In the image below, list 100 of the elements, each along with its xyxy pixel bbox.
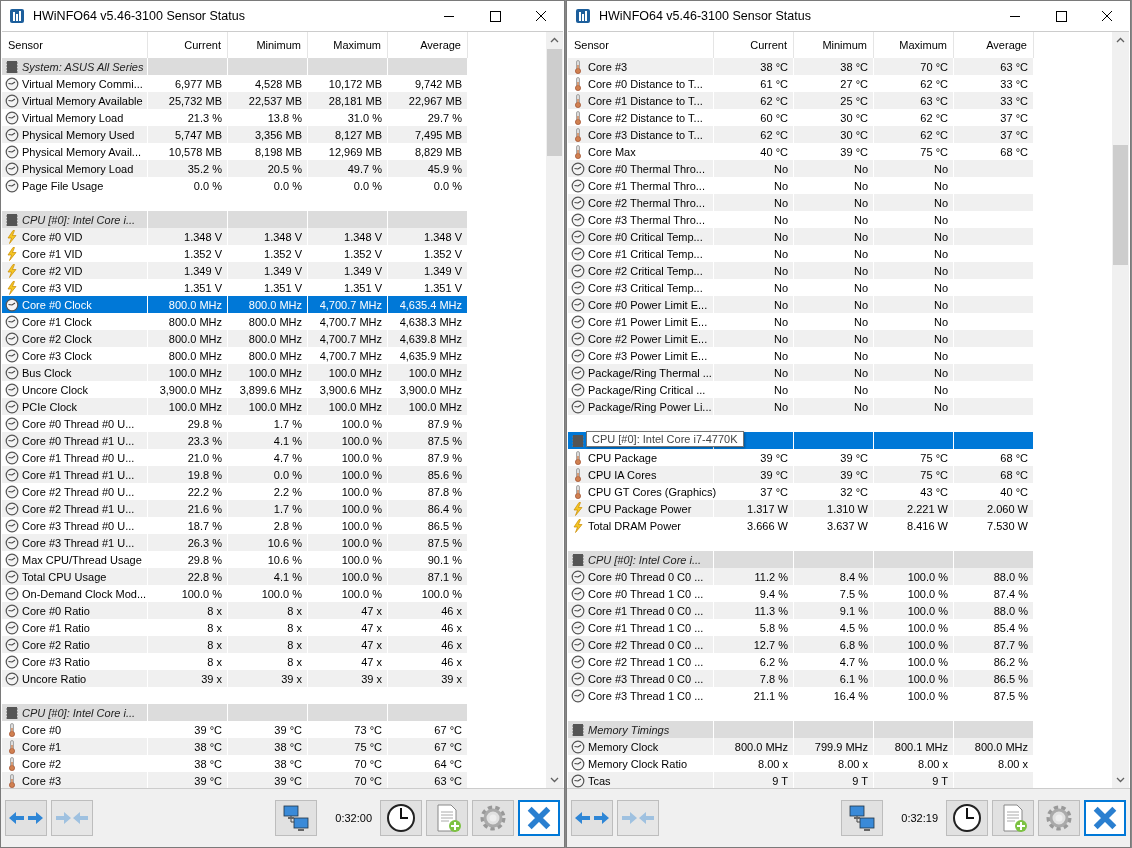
settings-button[interactable] (472, 800, 514, 836)
sensor-row[interactable]: Core #1 Ratio 8 x 8 x 47 x 46 x (2, 619, 546, 636)
collapse-arrows-button[interactable] (617, 800, 659, 836)
scrollbar-thumb[interactable] (1113, 145, 1128, 265)
sensor-row[interactable]: Core #2 Ratio 8 x 8 x 47 x 46 x (2, 636, 546, 653)
sensor-row[interactable]: Core #2 Thread 1 C0 ... 6.2 % 4.7 % 100.0 % 86.2 % (568, 653, 1112, 670)
sensor-row[interactable]: Core #2 38 °C 38 °C 70 °C 64 °C (2, 755, 546, 772)
sensor-row[interactable]: Core #2 Critical Temp... No No No (568, 262, 1112, 279)
sensor-row[interactable]: Core #1 VID 1.352 V 1.352 V 1.352 V 1.352 V (2, 245, 546, 262)
sensor-value: 12,969 MB (328, 145, 382, 158)
sensor-row[interactable]: Total CPU Usage 22.8 % 4.1 % 100.0 % 87.1 % (2, 568, 546, 585)
sensor-row[interactable]: Physical Memory Avail... 10,578 MB 8,198 MB 12,969 MB 8,829 MB (2, 143, 546, 160)
sensor-row[interactable]: On-Demand Clock Mod... 100.0 % 100.0 % 100.0 % 100.0 % (2, 585, 546, 602)
sensor-row[interactable]: Core #2 Clock 800.0 MHz 800.0 MHz 4,700.7 MHz 4,639.8 MHz (2, 330, 546, 347)
sensor-row[interactable]: Core #0 Clock 800.0 MHz 800.0 MHz 4,700.7 MHz 4,635.4 MHz (2, 296, 546, 313)
sensor-value: 88.0 % (993, 604, 1028, 617)
close-button[interactable] (1084, 800, 1126, 836)
sensor-row[interactable]: Core #3 Thread #1 U... 26.3 % 10.6 % 100.0 % 87.5 % (2, 534, 546, 551)
sensor-row[interactable]: Memory Clock 800.0 MHz 799.9 MHz 800.1 MHz 800.0 MHz (568, 738, 1112, 755)
sensor-row[interactable]: Core #0 Thread #1 U... 23.3 % 4.1 % 100.0 % 87.5 % (2, 432, 546, 449)
sensor-row[interactable]: Virtual Memory Available 25,732 MB 22,537 MB 28,181 MB 22,967 MB (2, 92, 546, 109)
sensor-row[interactable]: Core #1 Distance to T... 62 °C 25 °C 63 °C 33 °C (568, 92, 1112, 109)
sensor-row[interactable]: PCIe Clock 100.0 MHz 100.0 MHz 100.0 MHz 100.0 MHz (2, 398, 546, 415)
sensor-row[interactable]: CPU Package Power 1.317 W 1.310 W 2.221 W 2.060 W (568, 500, 1112, 517)
group-row[interactable]: CPU [#0]: Intel Core i... (2, 704, 546, 721)
sensor-row[interactable]: Core #0 VID 1.348 V 1.348 V 1.348 V 1.348 V (2, 228, 546, 245)
settings-button[interactable] (1038, 800, 1080, 836)
sensor-row[interactable]: CPU Package 39 °C 39 °C 75 °C 68 °C (568, 449, 1112, 466)
sensor-row[interactable]: Core #2 Thread 0 C0 ... 12.7 % 6.8 % 100.0 % 87.7 % (568, 636, 1112, 653)
sensor-row[interactable]: Core #0 39 °C 39 °C 73 °C 67 °C (2, 721, 546, 738)
sensor-row[interactable]: Core #2 Thread #1 U... 21.6 % 1.7 % 100.0 % 86.4 % (2, 500, 546, 517)
sensor-row[interactable]: Uncore Clock 3,900.0 MHz 3,899.6 MHz 3,900.6 MHz 3,900.0 MHz (2, 381, 546, 398)
sensor-row[interactable]: Core #0 Thread #0 U... 29.8 % 1.7 % 100.0 % 87.9 % (2, 415, 546, 432)
collapse-arrows-button[interactable] (51, 800, 93, 836)
scrollbar-thumb[interactable] (547, 49, 562, 156)
sensor-row[interactable]: CPU GT Cores (Graphics) 37 °C 32 °C 43 °C 40 °C (568, 483, 1112, 500)
group-row[interactable]: CPU [#0]: Intel Core i7-4770K (568, 432, 1112, 449)
clock-button[interactable] (946, 800, 988, 836)
sensor-row[interactable]: Virtual Memory Load 21.3 % 13.8 % 31.0 % 29.7 % (2, 109, 546, 126)
sensor-row[interactable]: Core #1 Critical Temp... No No No (568, 245, 1112, 262)
scrollbar[interactable] (1112, 32, 1129, 788)
sensor-row[interactable]: Core #3 Thread #0 U... 18.7 % 2.8 % 100.0 % 86.5 % (2, 517, 546, 534)
group-row[interactable]: CPU [#0]: Intel Core i... (2, 211, 546, 228)
sensor-row[interactable]: Core #2 Thread #0 U... 22.2 % 2.2 % 100.0 % 87.8 % (2, 483, 546, 500)
sensor-row[interactable]: Core #0 Distance to T... 61 °C 27 °C 62 °C 33 °C (568, 75, 1112, 92)
network-button[interactable] (275, 800, 318, 836)
group-row[interactable]: CPU [#0]: Intel Core i... (568, 551, 1112, 568)
sensor-row[interactable]: Core #2 Thermal Thro... No No No (568, 194, 1112, 211)
expand-arrows-button[interactable] (571, 800, 613, 836)
sensor-row[interactable]: Core #1 38 °C 38 °C 75 °C 67 °C (2, 738, 546, 755)
sensor-row[interactable]: Core #3 39 °C 39 °C 70 °C 63 °C (2, 772, 546, 788)
group-row[interactable]: Memory Timings (568, 721, 1112, 738)
sensor-row[interactable]: Core #0 Critical Temp... No No No (568, 228, 1112, 245)
sensor-row[interactable]: Core #1 Power Limit E... No No No (568, 313, 1112, 330)
sensor-row[interactable]: Core #0 Thread 1 C0 ... 9.4 % 7.5 % 100.0 % 87.4 % (568, 585, 1112, 602)
sensor-row[interactable]: CPU IA Cores 39 °C 39 °C 75 °C 68 °C (568, 466, 1112, 483)
sensor-row[interactable]: Core #3 VID 1.351 V 1.351 V 1.351 V 1.351 V (2, 279, 546, 296)
gauge-icon (571, 263, 585, 278)
sensor-row[interactable]: Page File Usage 0.0 % 0.0 % 0.0 % 0.0 % (2, 177, 546, 194)
sensor-row[interactable]: Core #2 VID 1.349 V 1.349 V 1.349 V 1.349 V (2, 262, 546, 279)
sensor-row[interactable]: Core #0 Ratio 8 x 8 x 47 x 46 x (2, 602, 546, 619)
sensor-row[interactable]: Core Max 40 °C 39 °C 75 °C 68 °C (568, 143, 1112, 160)
close-button[interactable] (518, 800, 560, 836)
sensor-row[interactable]: Core #3 Thread 0 C0 ... 7.8 % 6.1 % 100.0 % 86.5 % (568, 670, 1112, 687)
scrollbar[interactable] (546, 32, 563, 788)
sensor-row[interactable]: Max CPU/Thread Usage 29.8 % 10.6 % 100.0 % 90.1 % (2, 551, 546, 568)
sensor-row[interactable]: Core #1 Thread #0 U... 21.0 % 4.7 % 100.0 % 87.9 % (2, 449, 546, 466)
group-row[interactable]: System: ASUS All Series (2, 58, 546, 75)
sensor-row[interactable]: Core #2 Power Limit E... No No No (568, 330, 1112, 347)
expand-arrows-button[interactable] (5, 800, 47, 836)
clock-button[interactable] (380, 800, 422, 836)
sensor-row[interactable]: Package/Ring Thermal ... No No No (568, 364, 1112, 381)
sensor-row[interactable]: Core #3 Critical Temp... No No No (568, 279, 1112, 296)
sensor-row[interactable]: Core #3 Power Limit E... No No No (568, 347, 1112, 364)
sensor-row[interactable]: Core #3 Clock 800.0 MHz 800.0 MHz 4,700.7 MHz 4,635.9 MHz (2, 347, 546, 364)
sensor-row[interactable]: Physical Memory Used 5,747 MB 3,356 MB 8,127 MB 7,495 MB (2, 126, 546, 143)
sensor-row[interactable]: Total DRAM Power 3.666 W 3.637 W 8.416 W 7.530 W (568, 517, 1112, 534)
sensor-row[interactable]: Core #0 Thread 0 C0 ... 11.2 % 8.4 % 100.0 % 88.0 % (568, 568, 1112, 585)
sensor-row[interactable]: Bus Clock 100.0 MHz 100.0 MHz 100.0 MHz 100.0 MHz (2, 364, 546, 381)
sensor-row[interactable]: Core #1 Thread #1 U... 19.8 % 0.0 % 100.0 % 85.6 % (2, 466, 546, 483)
sensor-row[interactable]: Uncore Ratio 39 x 39 x 39 x 39 x (2, 670, 546, 687)
sensor-row[interactable]: Memory Clock Ratio 8.00 x 8.00 x 8.00 x 8.00 x (568, 755, 1112, 772)
sensor-row[interactable]: Core #1 Clock 800.0 MHz 800.0 MHz 4,700.7 MHz 4,638.3 MHz (2, 313, 546, 330)
sensor-row[interactable]: Core #3 Thermal Thro... No No No (568, 211, 1112, 228)
sensor-row[interactable]: Core #3 38 °C 38 °C 70 °C 63 °C (568, 58, 1112, 75)
sensor-row[interactable]: Physical Memory Load 35.2 % 20.5 % 49.7 % 45.9 % (2, 160, 546, 177)
sensor-row[interactable]: Core #3 Distance to T... 62 °C 30 °C 62 °C 37 °C (568, 126, 1112, 143)
sensor-row[interactable]: Core #3 Thread 1 C0 ... 21.1 % 16.4 % 100.0 % 87.5 % (568, 687, 1112, 704)
sensor-row[interactable]: Core #2 Distance to T... 60 °C 30 °C 62 °C 37 °C (568, 109, 1112, 126)
sensor-row[interactable]: Core #0 Thermal Thro... No No No (568, 160, 1112, 177)
sensor-row[interactable]: Package/Ring Power Li... No No No (568, 398, 1112, 415)
sensor-row[interactable]: Tcas 9 T 9 T 9 T (568, 772, 1112, 788)
sensor-row[interactable]: Virtual Memory Commi... 6,977 MB 4,528 MB 10,172 MB 9,742 MB (2, 75, 546, 92)
sensor-row[interactable]: Core #1 Thread 1 C0 ... 5.8 % 4.5 % 100.0 % 85.4 % (568, 619, 1112, 636)
sensor-row[interactable]: Core #3 Ratio 8 x 8 x 47 x 46 x (2, 653, 546, 670)
sensor-row[interactable]: Core #1 Thread 0 C0 ... 11.3 % 9.1 % 100.0 % 88.0 % (568, 602, 1112, 619)
network-button[interactable] (841, 800, 884, 836)
sensor-row[interactable]: Package/Ring Critical ... No No No (568, 381, 1112, 398)
sensor-row[interactable]: Core #1 Thermal Thro... No No No (568, 177, 1112, 194)
sensor-row[interactable]: Core #0 Power Limit E... No No No (568, 296, 1112, 313)
